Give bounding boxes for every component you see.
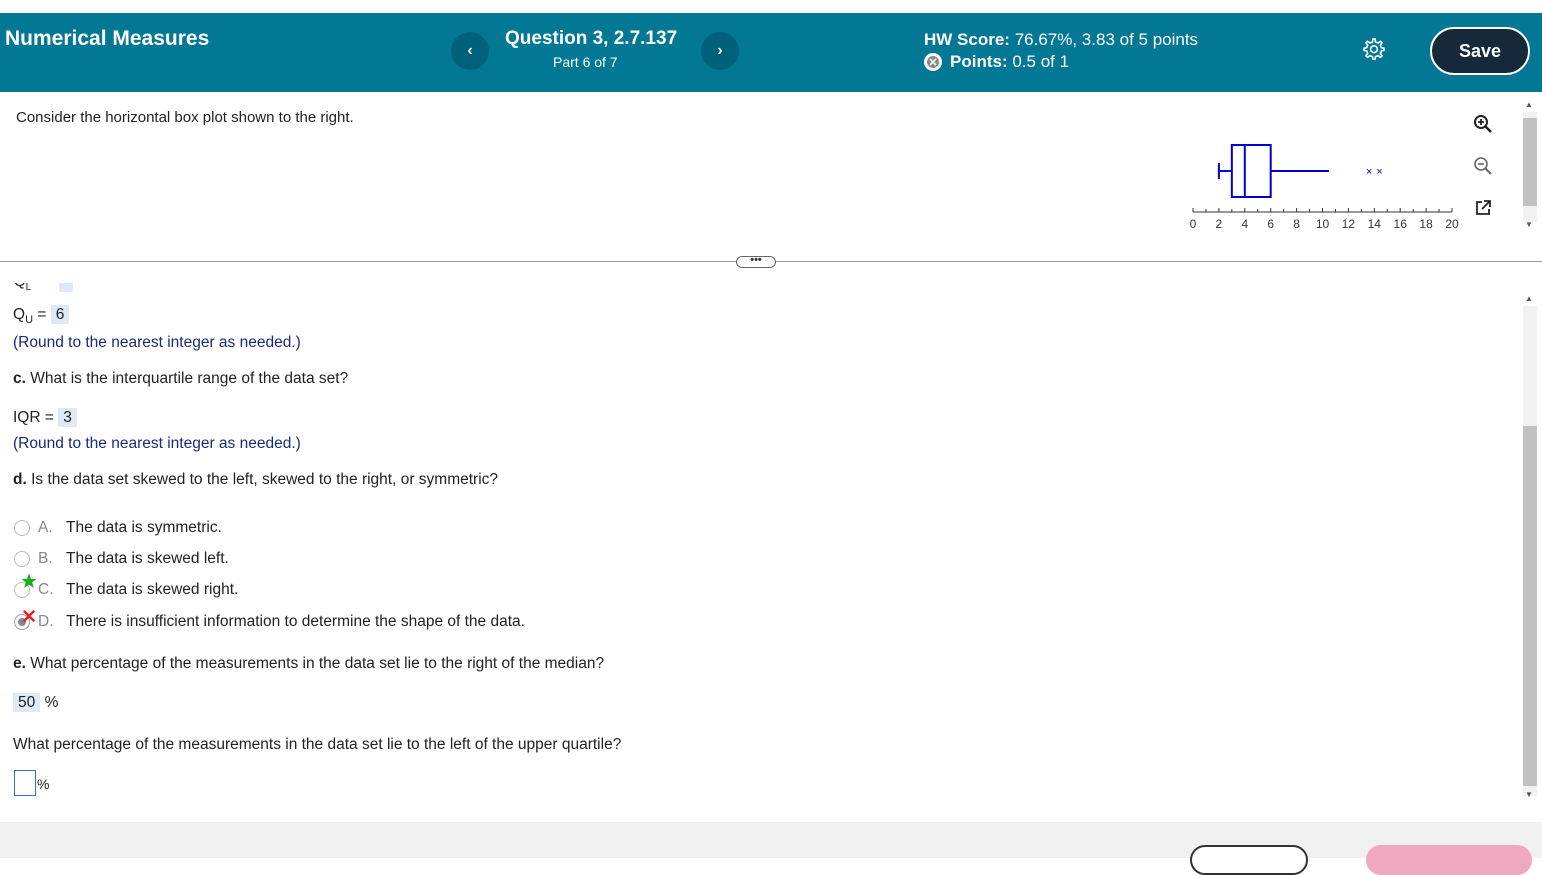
scroll-thumb[interactable] bbox=[1523, 426, 1537, 786]
upper-quartile-question: What percentage of the measurements in t… bbox=[13, 736, 622, 753]
question-d: d. Is the data set skewed to the left, s… bbox=[13, 471, 498, 489]
tick-label: 12 bbox=[1342, 217, 1356, 231]
header-bar: Numerical Measures ‹ Question 3, 2.7.137… bbox=[0, 13, 1542, 92]
option-d-letter: D. bbox=[38, 613, 54, 630]
option-b-text: The data is skewed left. bbox=[66, 550, 229, 567]
question-e-text: What percentage of the measurements in t… bbox=[25, 655, 605, 672]
qu-equals: = bbox=[33, 306, 51, 323]
points-label: Points: bbox=[950, 52, 1008, 71]
question-prompt: Consider the horizontal box plot shown t… bbox=[16, 109, 354, 126]
clipped-ql-line: QL bbox=[14, 283, 74, 292]
assignment-title: Numerical Measures bbox=[5, 27, 210, 50]
hw-score-label: HW Score: bbox=[924, 30, 1010, 49]
scroll-up-arrow-icon[interactable]: ▲ bbox=[1525, 100, 1533, 109]
question-e: e. What percentage of the measurements i… bbox=[13, 655, 604, 673]
open-new-window-icon[interactable] bbox=[1468, 193, 1498, 223]
footer-bar bbox=[0, 822, 1542, 875]
median-percent-value: 50 bbox=[13, 693, 41, 712]
iqr-label: IQR = bbox=[13, 409, 59, 426]
tick-label: 2 bbox=[1216, 217, 1223, 231]
tick-label: 16 bbox=[1394, 217, 1408, 231]
tick-label: 10 bbox=[1316, 217, 1330, 231]
option-c[interactable]: C. The data is skewed right. bbox=[14, 581, 238, 599]
question-c-text: What is the interquartile range of the d… bbox=[25, 370, 349, 387]
scroll-up-arrow-icon[interactable]: ▲ bbox=[1525, 294, 1533, 303]
option-c-letter: C. bbox=[38, 581, 54, 598]
qu-value: 6 bbox=[50, 305, 70, 324]
tick-label: 18 bbox=[1419, 217, 1433, 231]
clear-all-button[interactable] bbox=[1190, 845, 1308, 875]
option-d-text: There is insufficient information to det… bbox=[66, 613, 525, 630]
answer-scrollbar[interactable]: ▲ ▼ bbox=[1521, 290, 1539, 805]
question-d-text: Is the data set skewed to the left, skew… bbox=[26, 471, 499, 488]
iqr-box bbox=[1230, 144, 1272, 198]
option-a[interactable]: A. The data is symmetric. bbox=[14, 519, 222, 537]
tick-label: 8 bbox=[1293, 217, 1300, 231]
option-b-letter: B. bbox=[38, 550, 53, 567]
top-strip bbox=[0, 0, 1542, 13]
iqr-answer: IQR = 3 bbox=[13, 408, 77, 427]
zoom-in-icon[interactable] bbox=[1468, 109, 1498, 139]
option-c-text: The data is skewed right. bbox=[66, 581, 239, 598]
previous-question-button[interactable]: ‹ bbox=[451, 32, 489, 70]
incorrect-x-icon bbox=[23, 609, 35, 625]
next-question-button[interactable]: › bbox=[701, 32, 739, 70]
qu-label: Q bbox=[13, 306, 26, 323]
check-answer-button[interactable] bbox=[1366, 845, 1532, 875]
question-c: c. What is the interquartile range of th… bbox=[13, 370, 348, 388]
scroll-down-arrow-icon[interactable]: ▼ bbox=[1525, 220, 1533, 229]
tick-label: 6 bbox=[1267, 217, 1274, 231]
input-percent-sign: % bbox=[37, 776, 50, 792]
median-percent-answer: 50 % bbox=[13, 693, 59, 712]
question-d-letter: d. bbox=[13, 471, 27, 488]
upper-quartile-answer: QU = 6 bbox=[13, 305, 70, 327]
option-a-text: The data is symmetric. bbox=[66, 519, 222, 536]
round-note-2: (Round to the nearest integer as needed.… bbox=[13, 435, 301, 452]
option-b-radio[interactable] bbox=[14, 551, 30, 567]
answer-pane: QL QU = 6 (Round to the nearest integer … bbox=[0, 270, 1520, 822]
hw-score: HW Score: 76.67%, 3.83 of 5 points bbox=[924, 30, 1198, 50]
round-note-1: (Round to the nearest integer as needed.… bbox=[13, 334, 301, 351]
percent-sign: % bbox=[44, 694, 59, 711]
tick-label: 14 bbox=[1368, 217, 1382, 231]
hw-score-value: 76.67%, 3.83 of 5 points bbox=[1014, 30, 1199, 49]
tick-label: 20 bbox=[1445, 217, 1459, 231]
option-d[interactable]: D. There is insufficient information to … bbox=[14, 613, 525, 631]
correct-star-icon bbox=[21, 573, 37, 592]
graph-scrollbar[interactable]: ▲ ▼ bbox=[1521, 98, 1539, 236]
pane-resize-handle[interactable]: ••• bbox=[736, 255, 776, 268]
scroll-down-arrow-icon[interactable]: ▼ bbox=[1525, 790, 1533, 799]
gear-icon[interactable] bbox=[1361, 37, 1385, 61]
outlier-2: × bbox=[1376, 166, 1382, 178]
option-a-letter: A. bbox=[38, 519, 53, 536]
question-title: Question 3, 2.7.137 bbox=[505, 28, 678, 49]
save-button[interactable]: Save bbox=[1430, 27, 1530, 75]
outlier-1: × bbox=[1366, 166, 1372, 178]
tick-label: 0 bbox=[1190, 217, 1197, 231]
tick-label: 4 bbox=[1241, 217, 1248, 231]
question-part: Part 6 of 7 bbox=[553, 54, 618, 70]
option-b[interactable]: B. The data is skewed left. bbox=[14, 550, 229, 568]
partial-credit-icon bbox=[924, 53, 942, 71]
zoom-out-icon[interactable] bbox=[1468, 151, 1498, 181]
points-value: 0.5 of 1 bbox=[1012, 52, 1070, 71]
qu-subscript: U bbox=[25, 314, 34, 327]
iqr-value: 3 bbox=[58, 408, 77, 427]
option-a-radio[interactable] bbox=[14, 520, 30, 536]
scroll-thumb[interactable] bbox=[1523, 118, 1537, 206]
question-points: Points: 0.5 of 1 bbox=[924, 52, 1069, 72]
upper-quartile-percent-input[interactable] bbox=[14, 770, 36, 796]
question-e-letter: e. bbox=[13, 655, 26, 672]
box-plot: × × 0 2 4 6 8 10 12 14 16 18 20 bbox=[1190, 144, 1459, 231]
question-c-letter: c. bbox=[13, 370, 26, 387]
